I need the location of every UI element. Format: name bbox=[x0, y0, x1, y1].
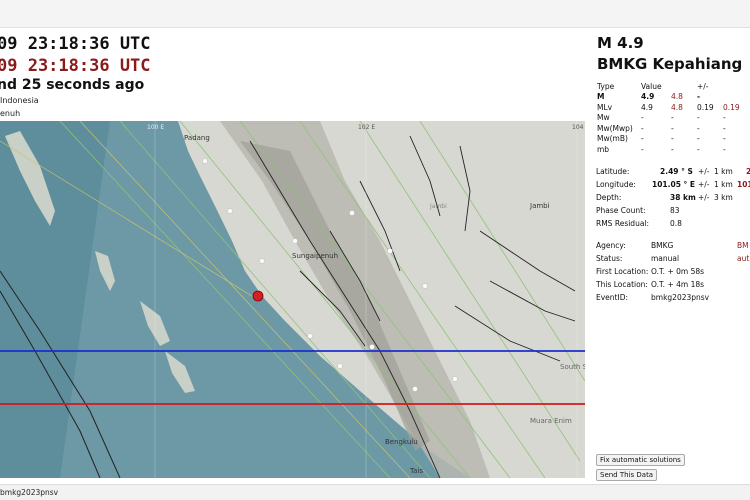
epicenter-marker[interactable] bbox=[252, 290, 264, 302]
col-type: Type bbox=[597, 81, 615, 91]
label-tais: Tais bbox=[409, 467, 423, 475]
table-row: Mw - - - - bbox=[597, 113, 726, 123]
status-event-id: bmkg2023pnsv bbox=[0, 488, 59, 497]
label-muara-enim: Muara Enim bbox=[530, 417, 572, 425]
magnitude-table: Type Value +/- M 4.9 4.8 - MLv 4.9 4.8 0… bbox=[596, 81, 741, 155]
table-row: mb - - - - bbox=[597, 144, 726, 154]
event-map[interactable]: Padang Sungaipenuh Jambi Jambi Bengkulu … bbox=[0, 121, 585, 478]
label-south-su: South Su bbox=[560, 363, 585, 371]
origin-time-reference: 09 23:18:36 UTC bbox=[0, 56, 151, 76]
label-lon-100: 100 E bbox=[147, 124, 164, 131]
table-row: Mw(Mwp) - - - - bbox=[597, 123, 726, 133]
region-name: Indonesia bbox=[0, 96, 39, 105]
nearby-city: enuh bbox=[0, 109, 21, 118]
magnitude-title: M 4.9 bbox=[597, 34, 644, 52]
event-header-panel: 09 23:18:36 UTC 09 23:18:36 UTC nd 25 se… bbox=[0, 28, 592, 121]
status-bar: bmkg2023pnsv bbox=[0, 484, 750, 500]
label-bengkulu: Bengkulu bbox=[385, 438, 418, 446]
elapsed-time: nd 25 seconds ago bbox=[0, 77, 145, 93]
label-sungaipenuh: Sungaipenuh bbox=[292, 252, 338, 260]
map-canvas[interactable]: Padang Sungaipenuh Jambi Jambi Bengkulu … bbox=[0, 121, 585, 478]
magnitude-table-header: Type Value +/- bbox=[596, 81, 741, 92]
col-err: +/- bbox=[697, 81, 709, 91]
label-jambi: Jambi bbox=[529, 202, 550, 210]
label-lon-102: 102 E bbox=[358, 124, 375, 131]
table-row: M 4.9 4.8 - bbox=[597, 92, 701, 102]
label-lon-104: 104 bbox=[572, 124, 584, 131]
table-row: MLv 4.9 4.8 0.19 0.19 bbox=[597, 102, 740, 112]
origin-time: 09 23:18:36 UTC bbox=[0, 34, 151, 54]
window-top-strip bbox=[0, 0, 750, 28]
fix-automatic-solutions-button[interactable]: Fix automatic solutions bbox=[596, 454, 685, 466]
table-row: Mw(mB) - - - - bbox=[597, 134, 726, 144]
event-details-panel: M 4.9 BMKG Kepahiang Type Value +/- M 4.… bbox=[592, 28, 750, 481]
agency-title: BMKG Kepahiang bbox=[597, 55, 743, 73]
label-padang: Padang bbox=[184, 134, 210, 142]
label-jambi-small: Jambi bbox=[429, 203, 447, 210]
send-this-data-button[interactable]: Send This Data bbox=[596, 469, 658, 481]
col-value: Value bbox=[641, 81, 662, 91]
